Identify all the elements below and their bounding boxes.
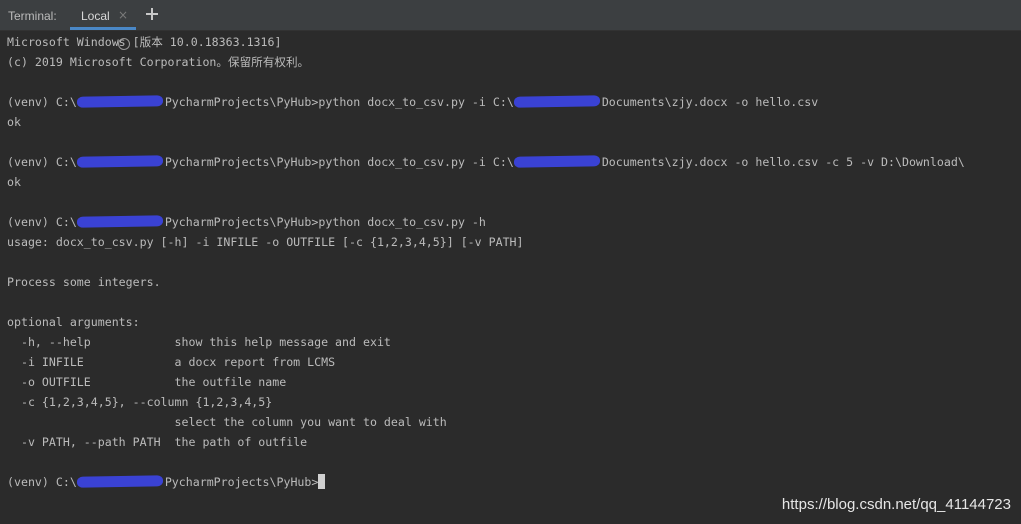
terminal-line: (venv) C:\ PycharmProjects\PyHub>python d…	[7, 152, 965, 172]
terminal-line: select the column you want to deal with	[7, 412, 447, 432]
prompt-prefix: (venv) C:\	[7, 475, 77, 489]
close-icon[interactable]: ×	[117, 8, 129, 22]
terminal-line: -c {1,2,3,4,5}, --column {1,2,3,4,5}	[7, 392, 272, 412]
terminal-line: -v PATH, --path PATH the path of outfile	[7, 432, 307, 452]
prompt-prefix: (venv) C:\	[7, 215, 77, 229]
line-text: -o OUTFILE the outfile name	[7, 375, 287, 389]
tab-local[interactable]: Local ×	[70, 0, 136, 30]
tab-local-label: Local	[81, 9, 110, 23]
redaction-mark	[76, 215, 163, 228]
redaction-mark	[513, 155, 600, 168]
terminal-line: usage: docx_to_csv.py [-h] -i INFILE -o …	[7, 232, 524, 252]
redaction-mark	[513, 95, 600, 108]
terminal-line: -i INFILE a docx report from LCMS	[7, 352, 335, 372]
terminal-line: (c) 2019 Microsoft Corporation。保留所有权利。	[7, 52, 309, 72]
line-text: -i INFILE a docx report from LCMS	[7, 355, 336, 369]
terminal-line: optional arguments:	[7, 312, 140, 332]
plus-icon[interactable]	[145, 7, 159, 21]
command-text: PycharmProjects\PyHub>	[164, 475, 319, 489]
line-text: ok	[7, 175, 21, 189]
terminal-tab-bar: Terminal: Local ×	[0, 0, 1021, 31]
terminal-output[interactable]: Microsoft Windows [版本 10.0.18363.1316] (…	[0, 32, 1021, 524]
terminal-line: (venv) C:\ PycharmProjects\PyHub>python d…	[7, 92, 818, 112]
command-tail: Documents\zjy.docx -o hello.csv -c 5 -v …	[601, 155, 965, 169]
command-tail: Documents\zjy.docx -o hello.csv	[601, 95, 819, 109]
terminal-line: ok	[7, 172, 21, 192]
text-cursor	[318, 474, 326, 489]
line-text: select the column you want to deal with	[7, 415, 447, 429]
line-text: Process some integers.	[7, 275, 161, 289]
redaction-mark	[76, 155, 163, 168]
command-text: PycharmProjects\PyHub>python docx_to_csv…	[164, 155, 514, 169]
line-text: -c {1,2,3,4,5}, --column {1,2,3,4,5}	[7, 395, 273, 409]
terminal-line: Microsoft Windows [版本 10.0.18363.1316]	[7, 32, 281, 52]
watermark: https://blog.csdn.net/qq_41144723	[781, 496, 1011, 513]
command-text: PycharmProjects\PyHub>python docx_to_csv…	[164, 215, 486, 229]
line-text: usage: docx_to_csv.py [-h] -i INFILE -o …	[7, 235, 524, 249]
line-text: optional arguments:	[7, 315, 140, 329]
line-text: -v PATH, --path PATH the path of outfile	[7, 435, 308, 449]
terminal-line: -o OUTFILE the outfile name	[7, 372, 286, 392]
terminal-label: Terminal:	[8, 9, 57, 23]
redaction-mark	[76, 95, 163, 108]
active-tab-indicator	[70, 27, 136, 30]
command-text: PycharmProjects\PyHub>python docx_to_csv…	[164, 95, 514, 109]
line-text: Microsoft Windows [版本 10.0.18363.1316]	[7, 35, 282, 49]
prompt-prefix: (venv) C:\	[7, 95, 77, 109]
redaction-mark	[76, 475, 163, 488]
terminal-line: -h, --help show this help message and ex…	[7, 332, 391, 352]
line-text: (c) 2019 Microsoft Corporation。保留所有权利。	[7, 55, 310, 69]
terminal-line: (venv) C:\ PycharmProjects\PyHub>python d…	[7, 212, 486, 232]
line-text: -h, --help show this help message and ex…	[7, 335, 391, 349]
line-text: ok	[7, 115, 21, 129]
prompt-prefix: (venv) C:\	[7, 155, 77, 169]
terminal-line: ok	[7, 112, 21, 132]
mouse-busy-icon	[118, 38, 130, 50]
terminal-line: (venv) C:\ PycharmProjects\PyHub>	[7, 472, 326, 492]
terminal-line: Process some integers.	[7, 272, 161, 292]
